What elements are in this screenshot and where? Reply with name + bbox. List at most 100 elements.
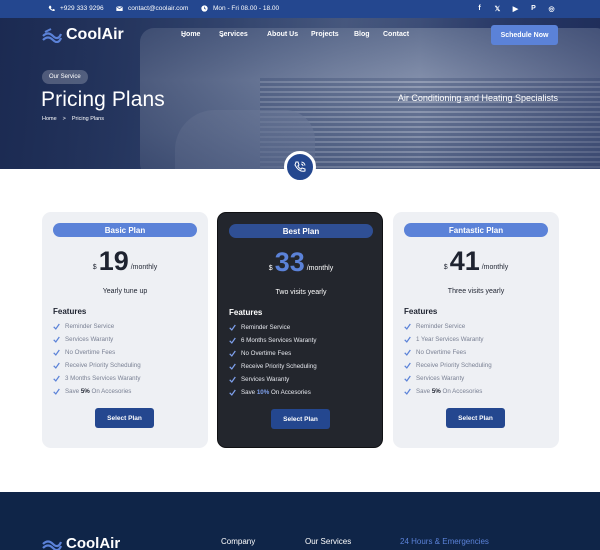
breadcrumb-home[interactable]: Home	[42, 116, 57, 122]
logo-icon	[42, 28, 62, 43]
select-plan-button[interactable]: Select Plan	[271, 409, 330, 429]
pinterest-icon[interactable]: P	[529, 4, 538, 13]
breadcrumb-current: Pricing Plans	[71, 116, 104, 122]
check-icon	[53, 323, 60, 330]
nav-item-projects[interactable]: Projects	[311, 31, 339, 38]
price-period: /monthly	[130, 264, 158, 271]
plan-label: Best Plan	[229, 224, 373, 238]
email-info[interactable]: contact@coolair.com	[116, 5, 188, 12]
feature-item: Reminder Service	[229, 321, 317, 334]
check-icon	[229, 389, 236, 396]
price-amount: 41	[449, 246, 480, 276]
features-list: Reminder Service Services Waranty No Overt…	[53, 320, 141, 398]
feature-item: Save 10% On Accesories	[229, 386, 317, 399]
check-icon	[229, 324, 236, 331]
site-logo[interactable]: CoolAir	[42, 26, 124, 44]
pricing-card: Fantastic Plan $ 41 /monthly Three visit…	[393, 212, 559, 448]
price-period: /monthly	[481, 264, 509, 271]
nav-item-home[interactable]: Home ⌄	[181, 31, 200, 39]
feature-item: 1 Year Services Waranty	[404, 333, 492, 346]
footer-col-company: Company	[221, 537, 256, 546]
feature-item: Services Waranty	[229, 373, 317, 386]
phone-info[interactable]: +929 333 9296	[48, 5, 104, 12]
price-amount: 19	[98, 246, 129, 276]
nav-item-contact[interactable]: Contact	[383, 31, 409, 38]
check-icon	[53, 375, 60, 382]
check-icon	[53, 388, 60, 395]
feature-item: Save 5% On Accesories	[53, 385, 141, 398]
check-icon	[404, 323, 411, 330]
check-icon	[404, 336, 411, 343]
price-amount: 33	[274, 247, 305, 277]
pricing-card: Basic Plan $ 19 /monthly Yearly tune up F…	[42, 212, 208, 448]
feature-item: No Overtime Fees	[53, 346, 141, 359]
top-bar: +929 333 9296 contact@coolair.com Mon - …	[0, 0, 600, 18]
check-icon	[53, 362, 60, 369]
schedule-now-button[interactable]: Schedule Now	[491, 25, 558, 45]
features-title: Features	[404, 307, 438, 316]
page-title: Pricing Plans	[41, 88, 165, 111]
select-plan-button[interactable]: Select Plan	[95, 408, 154, 428]
check-icon	[404, 375, 411, 382]
logo-icon	[42, 539, 62, 550]
phone-number: +929 333 9296	[60, 5, 104, 12]
feature-item: Receive Priority Scheduling	[229, 360, 317, 373]
plan-note: Three visits yearly	[447, 288, 505, 295]
feature-item: Receive Priority Scheduling	[53, 359, 141, 372]
features-list: Reminder Service 6 Months Services Warant…	[229, 321, 317, 399]
logo-text: CoolAir	[66, 26, 124, 43]
instagram-icon[interactable]: ◎	[547, 4, 556, 13]
features-title: Features	[229, 308, 263, 317]
breadcrumb: Home > Pricing Plans	[42, 116, 104, 122]
feature-item: Receive Priority Scheduling	[404, 359, 492, 372]
feature-item: 6 Months Services Waranty	[229, 334, 317, 347]
facebook-icon[interactable]: f	[475, 4, 484, 13]
plan-price: $ 33 /monthly	[218, 249, 384, 276]
feature-item: Reminder Service	[404, 320, 492, 333]
plan-note: Yearly tune up	[102, 288, 148, 295]
plan-price: $ 41 /monthly	[393, 248, 559, 275]
plan-label: Basic Plan	[53, 223, 197, 237]
feature-item: No Overtime Fees	[229, 347, 317, 360]
plan-price: $ 19 /monthly	[42, 248, 208, 275]
nav-item-about[interactable]: About Us	[267, 31, 298, 38]
hours-info: Mon - Fri 08.00 - 18.00	[201, 5, 279, 12]
price-currency: $	[443, 264, 448, 271]
check-icon	[404, 349, 411, 356]
pricing-card: Best Plan $ 33 /monthly Two visits yearl…	[217, 212, 383, 448]
plan-note: Two visits yearly	[275, 289, 327, 296]
mail-icon	[116, 6, 123, 11]
price-currency: $	[268, 265, 273, 272]
feature-item: No Overtime Fees	[404, 346, 492, 359]
check-icon	[404, 362, 411, 369]
hero-tagline: Air Conditioning and Heating Specialists	[397, 93, 558, 103]
business-hours: Mon - Fri 08.00 - 18.00	[213, 5, 280, 12]
plan-label: Fantastic Plan	[404, 223, 548, 237]
check-icon	[229, 376, 236, 383]
check-icon	[404, 388, 411, 395]
check-icon	[53, 349, 60, 356]
x-icon[interactable]: 𝕏	[493, 4, 502, 13]
nav-item-services[interactable]: Services ⌄	[219, 31, 248, 39]
social-links: f 𝕏 ▶ P ◎	[475, 4, 556, 13]
feature-item: Services Waranty	[404, 372, 492, 385]
footer-logo-text: CoolAir	[66, 535, 121, 550]
footer-col-services: Our Services	[305, 537, 352, 546]
clock-icon	[201, 5, 208, 12]
breadcrumb-separator: >	[62, 116, 66, 122]
check-icon	[229, 363, 236, 370]
nav-item-blog[interactable]: Blog	[354, 31, 370, 38]
footer-col-emergencies: 24 Hours & Emergencies	[400, 537, 489, 546]
phone-badge	[284, 151, 316, 183]
feature-item: 3 Months Services Waranty	[53, 372, 141, 385]
footer: CoolAir Company Our Services 24 Hours & …	[0, 492, 600, 550]
select-plan-button[interactable]: Select Plan	[446, 408, 505, 428]
feature-item: Reminder Service	[53, 320, 141, 333]
youtube-icon[interactable]: ▶	[511, 4, 520, 13]
section-pill: Our Service	[42, 70, 88, 84]
footer-logo[interactable]: CoolAir	[42, 535, 120, 550]
phone-icon	[48, 5, 55, 12]
check-icon	[229, 337, 236, 344]
price-currency: $	[92, 264, 97, 271]
phone-call-icon	[294, 161, 306, 172]
